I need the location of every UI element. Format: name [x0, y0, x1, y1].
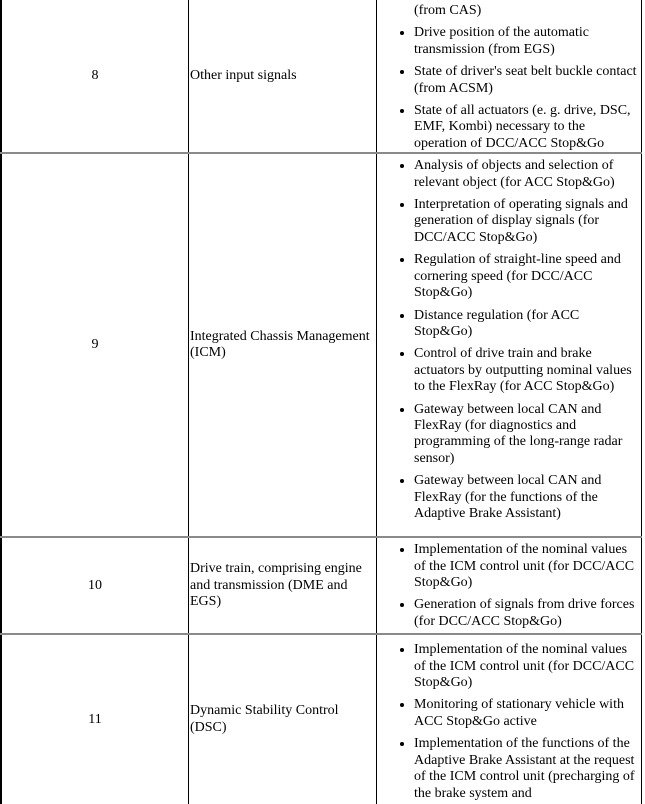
row-name: Other input signals — [188, 0, 377, 154]
list-item: State of driver's seat belt buckle conta… — [414, 64, 641, 97]
row-items: (from CAS) Drive position of the automat… — [376, 0, 642, 154]
list-item: Drive position of the automatic transmis… — [414, 25, 641, 58]
row-number: 11 — [1, 633, 189, 804]
list-item: Regulation of straight-line speed and co… — [414, 252, 641, 301]
signals-table: 8 Other input signals (from CAS) Drive p… — [0, 0, 642, 804]
list-item: Gateway between local CAN and FlexRay (f… — [414, 402, 641, 468]
list-item: Analysis of objects and selection of rel… — [414, 158, 641, 191]
row-items: Implementation of the nominal values of … — [376, 536, 642, 635]
row-name: Integrated Chassis Management (ICM) — [188, 152, 377, 538]
row-name: Dynamic Stability Control (DSC) — [188, 633, 377, 804]
list-item: Generation of signals from drive forces … — [414, 597, 641, 630]
row-items: Analysis of objects and selection of rel… — [376, 152, 642, 538]
list-item: (from CAS) — [414, 3, 482, 18]
list-item: State of all actuators (e. g. drive, DSC… — [414, 103, 641, 152]
list-item: Interpretation of operating signals and … — [414, 197, 641, 246]
table-row: 9 Integrated Chassis Management (ICM) An… — [1, 152, 642, 538]
list-item: Gateway between local CAN and FlexRay (f… — [414, 473, 641, 522]
row-number: 10 — [1, 536, 189, 635]
row-number: 9 — [1, 152, 189, 538]
table-row: 8 Other input signals (from CAS) Drive p… — [1, 0, 642, 154]
table-row: 11 Dynamic Stability Control (DSC) Imple… — [1, 633, 642, 804]
list-item: Distance regulation (for ACC Stop&Go) — [414, 308, 641, 341]
row-items: Implementation of the nominal values of … — [376, 633, 642, 804]
list-item: Control of drive train and brake actuato… — [414, 346, 641, 395]
row-name: Drive train, comprising engine and trans… — [188, 536, 377, 635]
list-item: Implementation of the nominal values of … — [414, 542, 641, 591]
table-row: 10 Drive train, comprising engine and tr… — [1, 536, 642, 635]
list-item: Implementation of the nominal values of … — [414, 642, 641, 691]
row-number: 8 — [91, 67, 99, 83]
list-item: Implementation of the functions of the A… — [414, 736, 641, 802]
list-item: Monitoring of stationary vehicle with AC… — [414, 697, 641, 730]
